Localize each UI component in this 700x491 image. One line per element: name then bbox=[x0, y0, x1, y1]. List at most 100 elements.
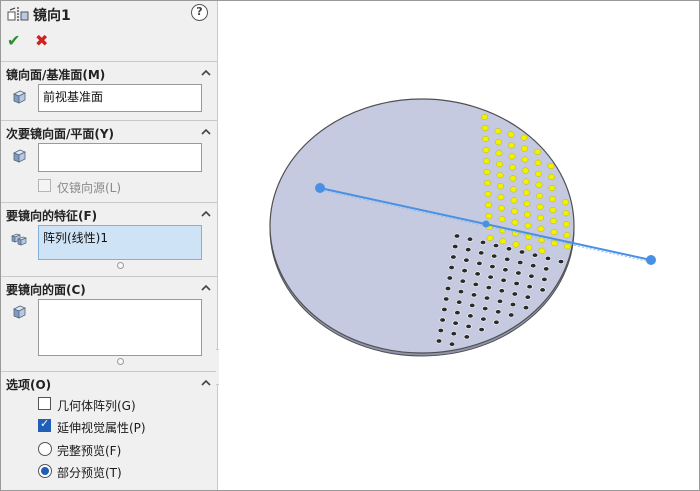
section-faces-to-mirror-title: 要镜向的面(C) bbox=[6, 283, 86, 297]
list-resize-handle[interactable] bbox=[117, 358, 124, 365]
mirrored-hole bbox=[509, 301, 517, 307]
mirrored-hole bbox=[457, 289, 465, 295]
chevron-up-icon[interactable] bbox=[200, 67, 212, 79]
section-mirror-face-title: 镜向面/基准面(M) bbox=[6, 68, 106, 82]
seed-hole bbox=[522, 167, 529, 174]
seed-hole bbox=[550, 217, 557, 225]
seed-hole bbox=[511, 219, 519, 226]
face-selection-icon bbox=[13, 305, 26, 319]
ok-cancel-row: ✔ ✖ bbox=[1, 29, 218, 53]
features-to-mirror-list[interactable]: 阵列(线性)1 bbox=[38, 225, 202, 260]
seed-hole bbox=[510, 186, 517, 193]
mirrored-hole bbox=[544, 255, 552, 261]
plane-handle-center[interactable] bbox=[482, 220, 490, 228]
seed-hole bbox=[523, 189, 530, 196]
mirror-plane-selection-box[interactable]: 前视基准面 bbox=[38, 84, 202, 112]
face-selection-icon bbox=[13, 90, 26, 104]
full-preview-radio[interactable] bbox=[38, 442, 52, 456]
mirrored-hole bbox=[453, 233, 461, 239]
seed-hole bbox=[485, 201, 492, 209]
seed-hole bbox=[508, 142, 515, 149]
seed-hole bbox=[524, 211, 531, 218]
seed-hole bbox=[495, 150, 503, 157]
seed-hole bbox=[498, 216, 506, 223]
mirrored-hole bbox=[493, 319, 500, 325]
mirrored-hole bbox=[467, 313, 474, 319]
mirrored-hole bbox=[504, 256, 511, 262]
seed-hole bbox=[562, 210, 570, 217]
mirror-seed-only-checkbox bbox=[38, 179, 51, 192]
mirrored-hole bbox=[443, 296, 450, 302]
geometry-pattern-label: 几何体阵列(G) bbox=[57, 399, 136, 413]
section-features-to-mirror-title: 要镜向的特征(F) bbox=[6, 209, 98, 223]
mirrored-hole bbox=[526, 284, 533, 290]
mirrored-hole bbox=[444, 285, 452, 291]
feature-selection-icon bbox=[11, 233, 27, 246]
x-icon[interactable]: ✖ bbox=[35, 32, 53, 50]
mirrored-hole bbox=[439, 317, 446, 323]
plane-handle-end[interactable] bbox=[646, 255, 656, 265]
seed-hole bbox=[524, 222, 532, 229]
section-mirror-face-header[interactable]: 镜向面/基准面(M) bbox=[1, 61, 218, 83]
mirrored-hole bbox=[487, 274, 494, 280]
section-secondary-mirror-body: 仅镜向源(L) bbox=[1, 142, 218, 200]
feature-title: 镜向1 bbox=[33, 8, 71, 24]
mirrored-hole bbox=[463, 334, 470, 340]
mirrored-hole bbox=[502, 267, 509, 273]
partial-preview-radio[interactable] bbox=[38, 464, 52, 478]
seed-hole bbox=[486, 234, 494, 242]
seed-hole bbox=[548, 184, 556, 192]
mirrored-hole bbox=[513, 280, 520, 286]
chevron-up-icon[interactable] bbox=[200, 208, 212, 220]
mirrored-hole bbox=[557, 259, 565, 265]
chevron-up-icon[interactable] bbox=[200, 126, 212, 138]
seed-hole bbox=[534, 159, 542, 166]
mirrored-hole bbox=[472, 281, 479, 287]
seed-hole bbox=[563, 221, 570, 228]
plane-handle-start[interactable] bbox=[315, 183, 325, 193]
list-resize-handle[interactable] bbox=[117, 262, 124, 269]
section-secondary-mirror-header[interactable]: 次要镜向面/平面(Y) bbox=[1, 120, 218, 142]
section-faces-to-mirror-header[interactable]: 要镜向的面(C) bbox=[1, 276, 218, 298]
propagate-visual-checkbox[interactable]: ✓ bbox=[38, 417, 51, 432]
mirrored-hole bbox=[511, 291, 518, 297]
mirrored-hole bbox=[505, 246, 513, 252]
section-options-header[interactable]: 选项(O) bbox=[1, 371, 218, 393]
seed-hole bbox=[525, 244, 533, 251]
seed-hole bbox=[483, 157, 490, 165]
model-view[interactable] bbox=[219, 1, 699, 490]
seed-hole bbox=[495, 139, 502, 146]
seed-hole bbox=[535, 181, 543, 188]
geometry-pattern-checkbox[interactable] bbox=[38, 397, 51, 410]
section-secondary-mirror-title: 次要镜向面/平面(Y) bbox=[6, 127, 115, 141]
seed-hole bbox=[484, 179, 491, 187]
property-manager-panel: 镜向1 ? ✔ ✖ 镜向面/基准面(M) 前视基准面 次要镜向面/平面(Y) 仅… bbox=[1, 1, 218, 490]
chevron-up-icon[interactable] bbox=[200, 282, 212, 294]
section-features-to-mirror-header[interactable]: 要镜向的特征(F) bbox=[1, 202, 218, 224]
mirrored-hole bbox=[441, 306, 448, 312]
faces-to-mirror-list[interactable] bbox=[38, 299, 202, 356]
mirrored-hole bbox=[498, 288, 505, 294]
seed-hole bbox=[498, 205, 505, 212]
mirrored-hole bbox=[480, 316, 487, 322]
mirrored-hole bbox=[491, 253, 498, 259]
question-mark-icon[interactable]: ? bbox=[191, 4, 208, 21]
checkmark-icon[interactable]: ✔ bbox=[7, 32, 25, 50]
seed-hole bbox=[563, 232, 571, 239]
secondary-mirror-selection-box[interactable] bbox=[38, 143, 202, 172]
chevron-up-icon[interactable] bbox=[200, 377, 212, 389]
seed-hole bbox=[537, 214, 544, 221]
propagate-visual-label: 延伸视觉属性(P) bbox=[57, 421, 146, 435]
seed-hole bbox=[547, 162, 555, 170]
feature-title-bar: 镜向1 ? bbox=[1, 1, 218, 27]
mirrored-hole bbox=[450, 254, 457, 260]
section-options-body: 几何体阵列(G) ✓ 延伸视觉属性(P) 完整预览(F) 部分预览(T) bbox=[1, 393, 218, 489]
seed-hole bbox=[508, 153, 516, 160]
mirrored-hole bbox=[465, 323, 472, 329]
graphics-viewport[interactable] bbox=[219, 1, 699, 490]
mirror-feature-icon bbox=[7, 7, 29, 21]
section-features-to-mirror-body: 阵列(线性)1 bbox=[1, 224, 218, 274]
seed-hole bbox=[549, 206, 557, 214]
mirrored-hole bbox=[452, 320, 459, 326]
seed-hole bbox=[548, 173, 555, 181]
